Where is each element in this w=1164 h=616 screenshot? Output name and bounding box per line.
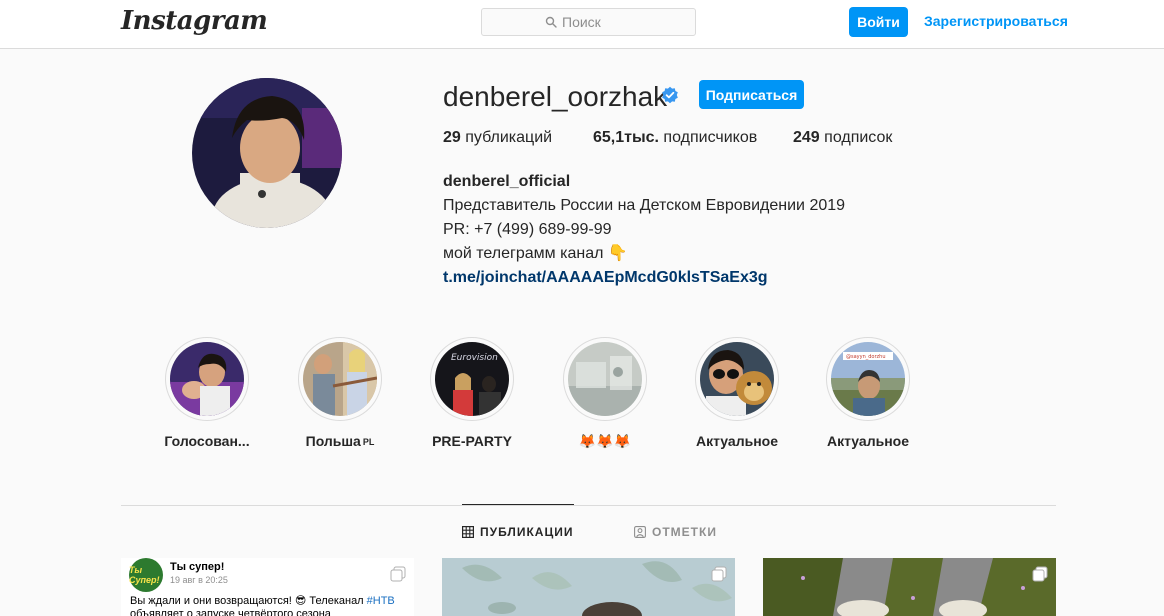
highlight-ring: @sayyn_dorzhu xyxy=(826,337,910,421)
story-highlight[interactable]: @sayyn_dorzhu Актуальное xyxy=(798,337,938,457)
post-text: объявляет о запуске четвёртого сезона xyxy=(130,608,331,616)
story-highlight[interactable]: Eurovision PRE-PARTY xyxy=(402,337,542,457)
carousel-icon xyxy=(711,566,727,582)
post-image xyxy=(442,558,735,616)
post-thumbnail[interactable] xyxy=(442,558,735,616)
bio-external-link[interactable]: t.me/joinchat/AAAAAEpMcdG0klsTSaEx3g xyxy=(443,266,845,290)
highlight-cover xyxy=(170,342,244,416)
highlight-ring xyxy=(695,337,779,421)
post-author-logo: Ты Супер! xyxy=(129,558,163,592)
highlight-label: Актуальное xyxy=(695,433,778,449)
post-author-name: Ты супер! xyxy=(170,561,225,573)
carousel-icon xyxy=(390,566,406,582)
profile-bio: denberel_official Представитель России н… xyxy=(443,170,845,290)
highlight-cover: Eurovision xyxy=(435,342,509,416)
highlight-label: Польша PL xyxy=(305,433,375,449)
profile-avatar[interactable] xyxy=(192,78,342,228)
search-input[interactable] xyxy=(562,14,632,30)
profile-stats: 29 публикаций 65,1тыс. подписчиков 249 п… xyxy=(443,129,943,149)
grid-icon xyxy=(462,526,474,538)
highlight-cover xyxy=(303,342,377,416)
instagram-logo[interactable]: Instagram xyxy=(121,6,268,36)
tab-tagged[interactable]: Отметки xyxy=(634,525,717,539)
tabs-divider xyxy=(121,505,1056,506)
highlight-ring xyxy=(563,337,647,421)
top-navigation-bar: Instagram Войти Зарегистрироваться xyxy=(0,0,1164,49)
search-box[interactable] xyxy=(481,8,696,36)
story-highlight[interactable]: Голосован... xyxy=(137,337,277,457)
bio-line: Представитель России на Детском Евровиде… xyxy=(443,197,846,214)
highlight-cover xyxy=(700,342,774,416)
tab-posts[interactable]: Публикации xyxy=(462,525,573,539)
posts-count: 29 публикаций xyxy=(443,129,553,146)
highlight-label: Голосован... xyxy=(164,433,250,449)
bio-line: мой телеграмм канал 👇 xyxy=(443,245,628,262)
profile-username: denberel_oorzhak xyxy=(443,81,668,112)
following-count[interactable]: 249 подписок xyxy=(793,129,892,147)
highlight-label: 🦊🦊🦊 xyxy=(578,433,632,449)
highlight-ring xyxy=(298,337,382,421)
highlight-ring: Eurovision xyxy=(430,337,514,421)
active-tab-indicator xyxy=(462,504,574,505)
highlight-label: PRE-PARTY xyxy=(432,433,512,449)
story-highlight[interactable]: Польша PL xyxy=(270,337,410,457)
bio-line: PR: +7 (499) 689-99-99 xyxy=(443,221,612,238)
login-button[interactable]: Войти xyxy=(849,7,908,37)
tab-label: Публикации xyxy=(480,525,574,539)
search-icon xyxy=(545,16,557,28)
story-highlight[interactable]: Актуальное xyxy=(667,337,807,457)
highlight-ring xyxy=(165,337,249,421)
followers-count[interactable]: 65,1тыс. подписчиков xyxy=(593,129,757,147)
highlight-cover: @sayyn_dorzhu xyxy=(831,342,905,416)
post-hashtag: #НТВ xyxy=(366,595,395,607)
highlight-label: Актуальное xyxy=(826,433,909,449)
tagged-icon xyxy=(634,526,646,538)
post-date: 19 авг в 20:25 xyxy=(170,575,228,585)
post-image xyxy=(763,558,1056,616)
follow-button[interactable]: Подписаться xyxy=(699,80,804,109)
post-thumbnail[interactable] xyxy=(763,558,1056,616)
verified-badge-icon xyxy=(662,86,678,104)
highlight-cover xyxy=(568,342,642,416)
story-highlight[interactable]: 🦊🦊🦊 xyxy=(535,337,675,457)
register-link[interactable]: Зарегистрироваться xyxy=(924,13,1068,29)
country-tag: PL xyxy=(362,437,375,447)
post-text: Вы ждали и они возвращаются! 😎 Телеканал… xyxy=(130,595,395,607)
carousel-icon xyxy=(1032,566,1048,582)
bio-full-name: denberel_official xyxy=(443,173,571,190)
post-thumbnail[interactable]: Ты Супер! Ты супер! 19 авг в 20:25 Вы жд… xyxy=(121,558,414,616)
highlight-cover-text: Eurovision xyxy=(451,353,498,363)
tab-label: Отметки xyxy=(652,525,717,539)
highlight-cover-text: @sayyn_dorzhu xyxy=(846,354,886,360)
